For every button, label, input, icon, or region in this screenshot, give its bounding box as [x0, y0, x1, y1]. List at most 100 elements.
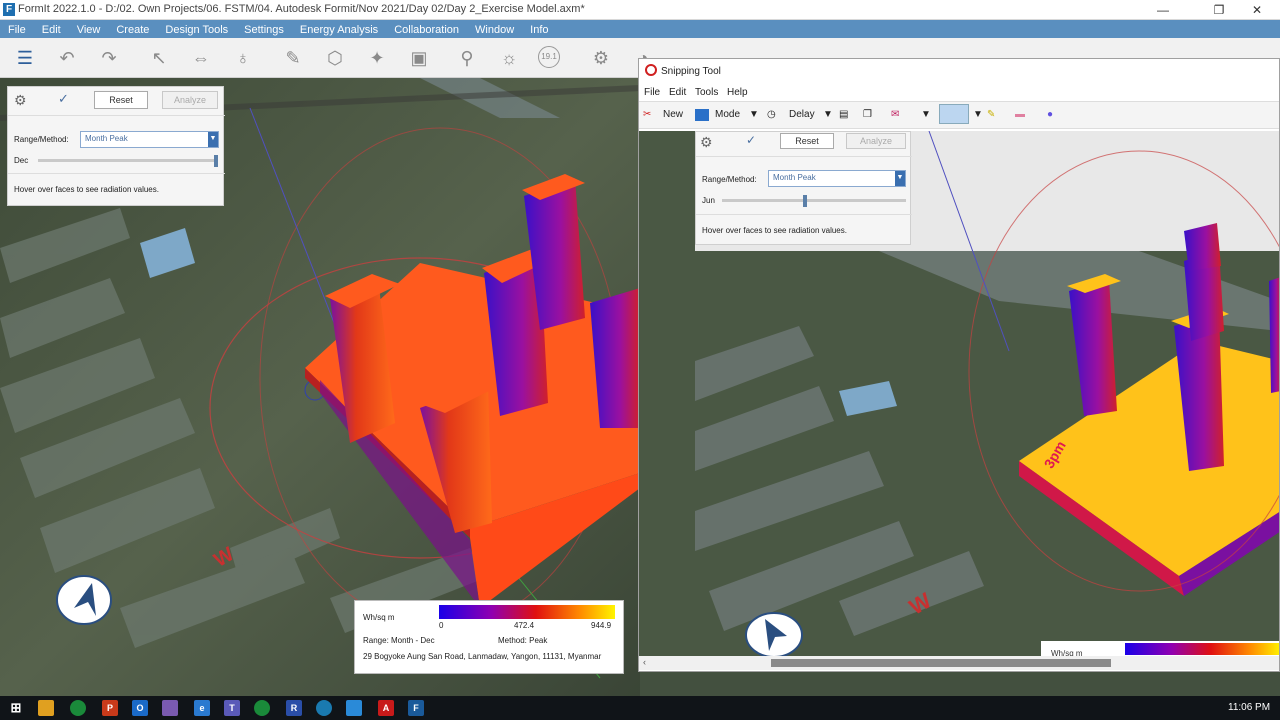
paint3d-icon[interactable]: ●: [1047, 109, 1053, 120]
new-snip-icon: ✂: [643, 109, 652, 120]
zoom-icon[interactable]: [346, 700, 362, 716]
layers-icon[interactable]: ☰: [12, 46, 38, 70]
legend-method: Method: Peak: [498, 636, 548, 645]
month-slider-track[interactable]: [38, 159, 218, 162]
measure-icon[interactable]: ⇔: [188, 46, 214, 70]
title-bar: F FormIt 2022.1.0 - D:/02. Own Projects/…: [0, 0, 1280, 20]
scroll-thumb[interactable]: [771, 659, 1111, 667]
divider: [8, 173, 225, 174]
hover-hint: Hover over faces to see radiation values…: [14, 185, 159, 194]
menu-view[interactable]: View: [69, 21, 109, 38]
range-method-value: Month Peak: [85, 134, 128, 143]
send-icon[interactable]: ✉: [891, 109, 899, 120]
acrobat-icon[interactable]: A: [378, 700, 394, 716]
snip-menu-help[interactable]: Help: [727, 87, 748, 98]
highlighter-icon[interactable]: ✎: [987, 109, 995, 120]
menu-settings[interactable]: Settings: [236, 21, 292, 38]
redo-icon[interactable]: ↷: [96, 46, 122, 70]
check-icon[interactable]: ✓: [58, 91, 69, 107]
snipping-tool-title: Snipping Tool: [661, 66, 721, 77]
sun-icon[interactable]: ☼: [496, 46, 522, 70]
scroll-left-icon[interactable]: ‹: [643, 657, 646, 667]
snipping-tool-icon: [645, 64, 657, 76]
edge-legacy-icon[interactable]: e: [194, 700, 210, 716]
menu-collaboration[interactable]: Collaboration: [386, 21, 467, 38]
menu-energy-analysis[interactable]: Energy Analysis: [292, 21, 386, 38]
menu-info[interactable]: Info: [522, 21, 556, 38]
snip-menu-edit[interactable]: Edit: [669, 87, 686, 98]
menu-bar: File Edit View Create Design Tools Settings En…: [0, 20, 1280, 38]
draw-icon[interactable]: ✎: [280, 46, 306, 70]
clock: 11:06 PM: [1228, 702, 1271, 713]
divider: [696, 156, 912, 157]
divider: [8, 115, 225, 116]
chrome-icon-2[interactable]: [254, 700, 270, 716]
range-method-label: Range/Method:: [14, 135, 69, 144]
snip-hover-hint: Hover over faces to see radiation values…: [702, 226, 847, 235]
snip-analysis-panel: ⚙ ✓ Reset Analyze Range/Method: Month Pe…: [695, 131, 912, 245]
menu-file[interactable]: File: [0, 21, 34, 38]
level-badge-icon[interactable]: 19.1: [538, 46, 560, 68]
mode-button[interactable]: Mode: [715, 109, 740, 120]
legend-tick-0: 0: [439, 621, 444, 630]
reset-button[interactable]: Reset: [94, 91, 148, 109]
menu-edit[interactable]: Edit: [34, 21, 69, 38]
file-explorer-icon[interactable]: [38, 700, 54, 716]
legend-tick-max: 944.9: [591, 621, 612, 630]
new-snip-button[interactable]: New: [663, 109, 683, 120]
formit-taskbar-icon[interactable]: F: [408, 700, 424, 716]
settings-gear-icon[interactable]: ⚙: [588, 46, 614, 70]
pen-tool-icon[interactable]: [939, 104, 969, 124]
eraser-icon[interactable]: ▬: [1015, 109, 1025, 120]
teams-icon[interactable]: T: [224, 700, 240, 716]
range-method-select[interactable]: Month Peak ▼: [80, 131, 219, 148]
snip-analyze-button: Analyze: [846, 133, 906, 149]
snip-month-label: Jun: [702, 196, 715, 205]
menu-window[interactable]: Window: [467, 21, 522, 38]
snip-menu-tools[interactable]: Tools: [695, 87, 718, 98]
cube-icon[interactable]: ⬡: [322, 46, 348, 70]
radiation-legend: Wh/sq m 0 472.4 944.9 Range: Month - Dec…: [354, 600, 624, 674]
close-button[interactable]: ✕: [1234, 0, 1280, 20]
menu-create[interactable]: Create: [108, 21, 157, 38]
legend-tick-mid: 472.4: [514, 621, 535, 630]
delay-chevron-icon[interactable]: ▼: [823, 109, 833, 120]
snip-scrollbar[interactable]: ‹: [639, 656, 1279, 670]
chrome-icon[interactable]: [70, 700, 86, 716]
start-icon[interactable]: ⊞: [8, 700, 24, 716]
delay-clock-icon: ◷: [767, 109, 776, 120]
snip-reset-button: Reset: [780, 133, 834, 149]
chevron-down-icon: ▼: [208, 132, 218, 147]
outlook-icon[interactable]: O: [132, 700, 148, 716]
pen-chevron-icon[interactable]: ▼: [973, 109, 983, 120]
solar-analysis-panel: ⚙ ✓ Reset Analyze Range/Method: Month Pe…: [7, 86, 225, 206]
snipping-taskbar-icon[interactable]: [162, 700, 178, 716]
minimize-button[interactable]: —: [1140, 0, 1186, 20]
mode-chevron-icon[interactable]: ▼: [749, 109, 759, 120]
window-title: FormIt 2022.1.0 - D:/02. Own Projects/06…: [18, 3, 585, 15]
chevron-down-icon: ▼: [895, 171, 905, 186]
snipping-tool-window: Snipping Tool File Edit Tools Help ✂ New…: [638, 58, 1280, 672]
send-chevron-icon[interactable]: ▼: [921, 109, 931, 120]
edge-icon[interactable]: [316, 700, 332, 716]
snip-menu-file[interactable]: File: [644, 87, 660, 98]
add-object-icon[interactable]: ✦: [364, 46, 390, 70]
select-icon[interactable]: ↖: [146, 46, 172, 70]
delay-button[interactable]: Delay: [789, 109, 815, 120]
menu-design-tools[interactable]: Design Tools: [157, 21, 236, 38]
powerpoint-icon[interactable]: P: [102, 700, 118, 716]
snip-range-method-select: Month Peak ▼: [768, 170, 906, 187]
copy-icon[interactable]: ❐: [863, 109, 872, 120]
revit-icon[interactable]: R: [286, 700, 302, 716]
save-icon[interactable]: ▤: [839, 109, 848, 120]
location-icon[interactable]: ⚲: [454, 46, 480, 70]
month-slider-thumb[interactable]: [214, 155, 218, 167]
undo-icon[interactable]: ↶: [54, 46, 80, 70]
mode-icon: [695, 109, 709, 121]
settings-gear-icon[interactable]: ⚙: [14, 92, 27, 109]
snip-range-method-value: Month Peak: [773, 173, 816, 182]
paint-icon[interactable]: ♁: [230, 46, 256, 70]
component-icon[interactable]: ▣: [406, 46, 432, 70]
analyze-button[interactable]: Analyze: [162, 91, 218, 109]
snip-month-slider-thumb: [803, 195, 807, 207]
